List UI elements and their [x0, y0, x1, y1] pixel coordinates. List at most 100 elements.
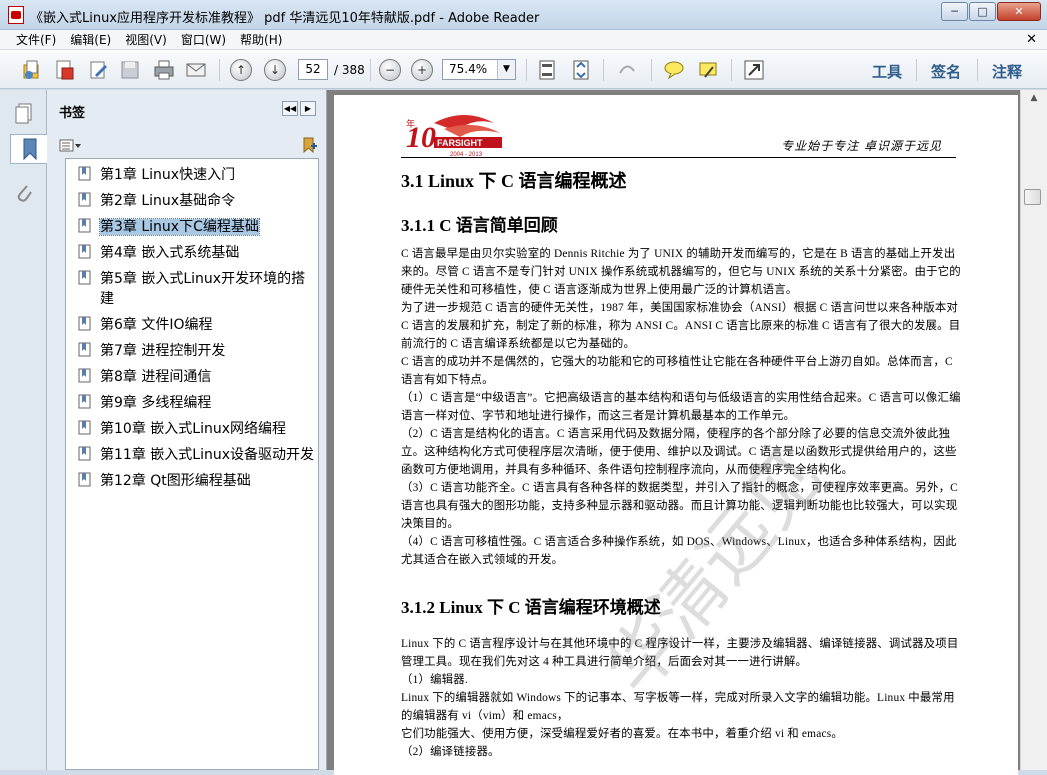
toolbar-separator [603, 59, 604, 81]
bookmark-list: 第1章 Linux快速入门 第2章 Linux基础命令第3章 Linux下C编程基… [65, 158, 319, 770]
svg-text:FARSIGHT: FARSIGHT [437, 138, 483, 148]
bookmark-item[interactable]: 第1章 Linux快速入门 [66, 165, 317, 185]
document-area: 10 FARSIGHT 2004 - 2013 年 专业始于专注 卓识源于远见 … [327, 90, 1047, 775]
bookmark-item[interactable]: 第11章 嵌入式Linux设备驱动开发 [66, 445, 317, 465]
bookmark-item[interactable]: 第8章 进程间通信 [66, 367, 317, 387]
scroll-thumb[interactable] [1024, 189, 1041, 205]
panel-arrows: ◀◀ ▶ [280, 101, 316, 116]
bookmark-icon [78, 394, 91, 409]
paragraph: Linux 下的 C 语言程序设计与在其他环境中的 C 程序设计一样，主要涉及编… [401, 638, 959, 668]
toolbar: ↑ ↓ 52 / 388 − + 75.4% ▼ 工具 签名 注释 [0, 50, 1047, 89]
bookmark-label: 第9章 多线程编程 [100, 395, 212, 411]
paragraph: （2）编译链接器。 [401, 746, 500, 758]
window-controls: ─ □ ✕ [940, 2, 1041, 21]
window-title: 《嵌入式Linux应用程序开发标准教程》 pdf 华清远见10年特献版.pdf … [30, 11, 540, 26]
print-icon[interactable] [152, 58, 176, 82]
expand-bookmark-icon[interactable] [301, 136, 319, 154]
zoom-select[interactable]: 75.4% ▼ [442, 59, 516, 80]
navigation-strip [0, 90, 48, 770]
bookmark-icon [78, 166, 91, 181]
minimize-button[interactable]: ─ [941, 2, 968, 21]
menu-file[interactable]: 文件(F) [16, 31, 56, 48]
title-bar: 《嵌入式Linux应用程序开发标准教程》 pdf 华清远见10年特献版.pdf … [0, 0, 1047, 30]
email-icon[interactable] [184, 58, 208, 82]
next-page-icon[interactable]: ↓ [263, 58, 287, 82]
attachments-icon[interactable] [10, 178, 38, 208]
previous-page-icon[interactable]: ↑ [229, 58, 253, 82]
bookmark-item[interactable]: 第9章 多线程编程 [66, 393, 317, 413]
bookmark-label: 第11章 嵌入式Linux设备驱动开发 [100, 447, 314, 463]
vertical-scrollbar[interactable]: ▲ [1020, 90, 1047, 770]
bookmark-icon [78, 192, 91, 207]
comment-pane-link[interactable]: 注释 [992, 61, 1022, 82]
bookmark-label: 第2章 Linux基础命令 [100, 193, 236, 209]
menu-view[interactable]: 视图(V) [125, 31, 167, 48]
menu-bar: 文件(F) 编辑(E) 视图(V) 窗口(W) 帮助(H) ✕ [0, 30, 1047, 50]
paragraph: （4）C 语言可移植性强。C 语言适合多种操作系统，如 DOS、Windows、… [401, 536, 957, 566]
expand-icon[interactable] [742, 58, 766, 82]
pdf-page: 10 FARSIGHT 2004 - 2013 年 专业始于专注 卓识源于远见 … [334, 95, 1018, 775]
toolbar-separator [526, 59, 527, 81]
toolbar-separator [977, 59, 978, 81]
farsight-logo: 10 FARSIGHT 2004 - 2013 年 [404, 113, 508, 159]
close-button[interactable]: ✕ [997, 2, 1041, 21]
fit-page-icon[interactable] [535, 58, 559, 82]
bookmark-item[interactable]: 第2章 Linux基础命令 [66, 191, 317, 211]
bookmark-icon [78, 368, 91, 383]
page-thumbnails-icon[interactable] [10, 98, 38, 128]
sign-pane-link[interactable]: 签名 [931, 61, 961, 82]
scroll-up-icon[interactable]: ▲ [1024, 90, 1044, 107]
close-document-icon[interactable]: ✕ [1026, 32, 1037, 47]
bookmark-item[interactable]: 第5章 嵌入式Linux开发环境的搭建 [66, 269, 317, 309]
zoom-in-icon[interactable]: + [410, 58, 434, 82]
menu-edit[interactable]: 编辑(E) [70, 31, 111, 48]
maximize-button[interactable]: □ [969, 2, 996, 21]
sticky-note-icon[interactable] [662, 58, 686, 82]
options-menu-icon[interactable] [59, 138, 83, 154]
bookmark-icon [78, 342, 91, 357]
zoom-out-icon[interactable]: − [378, 58, 402, 82]
paragraph: （2）C 语言是结构化的语言。C 语言采用代码及数据分隔，使程序的各个部分除了必… [401, 428, 957, 476]
collapse-panel-icon[interactable]: ◀◀ [282, 101, 298, 116]
chevron-down-icon[interactable]: ▼ [497, 60, 515, 79]
menu-window[interactable]: 窗口(W) [181, 31, 226, 48]
toolbar-separator [370, 59, 371, 81]
edit-document-icon[interactable] [86, 58, 110, 82]
bookmark-item[interactable]: 第7章 进程控制开发 [66, 341, 317, 361]
bookmark-label: 第12章 Qt图形编程基础 [100, 473, 251, 489]
bookmark-item[interactable]: 第4章 嵌入式系统基础 [66, 243, 317, 263]
bookmark-icon [78, 270, 91, 285]
bookmark-icon [78, 472, 91, 487]
rotate-icon[interactable] [615, 58, 639, 82]
pdf-app-icon [8, 6, 24, 24]
bookmarks-panel: 书签 ◀◀ ▶ 第1章 Linux快速入门 第2章 Linux基础命令 第3章 Li… [47, 90, 327, 770]
highlight-text-icon[interactable] [696, 58, 720, 82]
bookmark-item[interactable]: 第6章 文件IO编程 [66, 315, 317, 335]
bookmark-icon [78, 316, 91, 331]
bookmarks-panel-icon[interactable] [10, 134, 48, 164]
expand-panel-icon[interactable]: ▶ [300, 101, 316, 116]
bookmark-label: 第8章 进程间通信 [100, 369, 212, 385]
header-slogan: 专业始于专注 卓识源于远见 [781, 139, 942, 153]
bookmark-item[interactable]: 第10章 嵌入式Linux网络编程 [66, 419, 317, 439]
create-pdf-icon[interactable] [52, 58, 76, 82]
toolbar-separator [916, 59, 917, 81]
fit-width-icon[interactable] [569, 58, 593, 82]
bookmark-label: 第1章 Linux快速入门 [100, 167, 236, 183]
menu-help[interactable]: 帮助(H) [240, 31, 282, 48]
paragraph: （1）C 语言是“中级语言”。它把高级语言的基本结构和语句与低级语言的实用性结合… [401, 392, 961, 422]
paragraph: （3）C 语言功能齐全。C 语言具有各种各样的数据类型，并引入了指针的概念，可使… [401, 482, 958, 530]
page-number-input[interactable]: 52 [298, 59, 328, 80]
section-c-review-text: C 语言最早是由贝尔实验室的 Dennis Ritchie 为了 UNIX 的辅… [401, 245, 961, 569]
header-rule [401, 157, 956, 158]
bookmark-label: 第6章 文件IO编程 [100, 317, 213, 333]
subsection-heading-env: 3.1.2 Linux 下 C 语言编程环境概述 [401, 598, 661, 617]
bookmark-label: 第4章 嵌入式系统基础 [100, 245, 240, 261]
save-icon[interactable] [118, 58, 142, 82]
subsection-heading-c-review: 3.1.1 C 语言简单回顾 [401, 216, 558, 235]
open-file-icon[interactable] [20, 58, 44, 82]
bookmark-item[interactable]: 第3章 Linux下C编程基础 [66, 217, 317, 237]
bookmark-item[interactable]: 第12章 Qt图形编程基础 [66, 471, 317, 491]
bookmark-label: 第3章 Linux下C编程基础 [99, 218, 260, 236]
tools-pane-link[interactable]: 工具 [872, 61, 902, 82]
